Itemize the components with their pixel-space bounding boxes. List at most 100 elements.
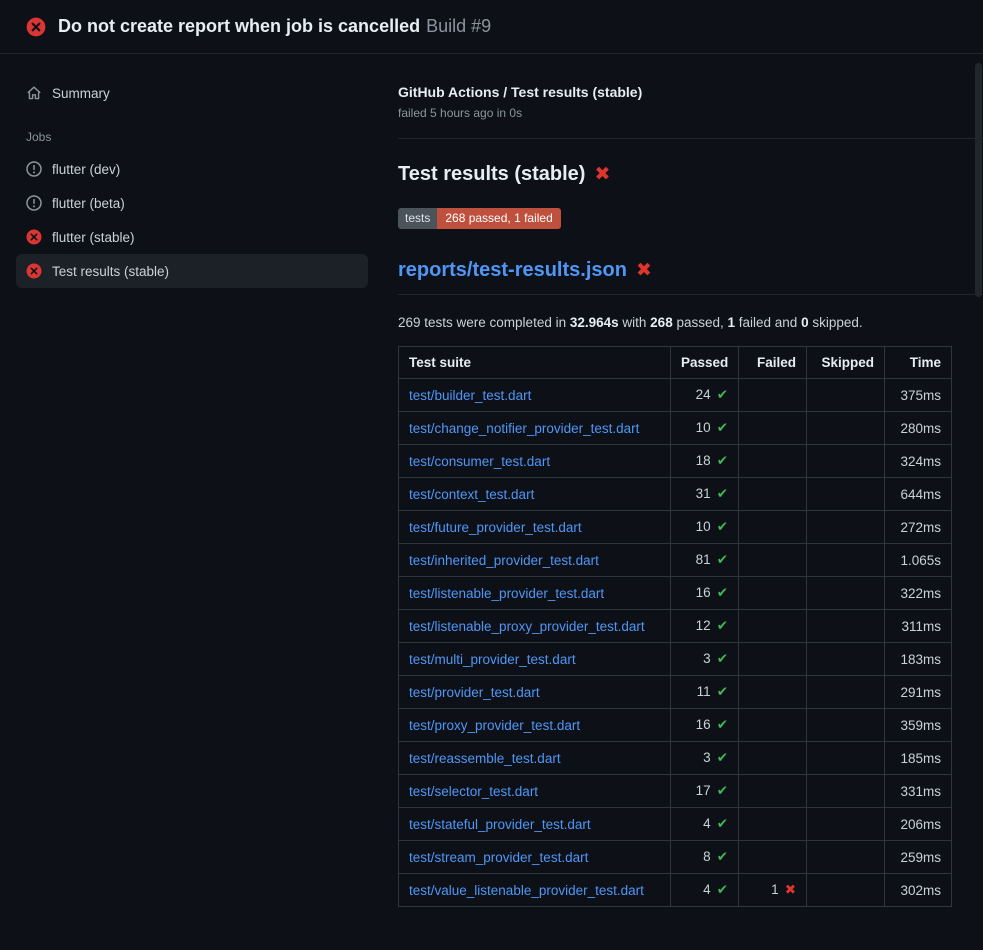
- time-cell: 322ms: [885, 577, 952, 610]
- failed-cell: [739, 511, 807, 544]
- suite-link[interactable]: test/value_listenable_provider_test.dart: [409, 883, 644, 898]
- suite-link[interactable]: test/reassemble_test.dart: [409, 751, 561, 766]
- sidebar-item-test-results-stable[interactable]: Test results (stable): [16, 254, 368, 288]
- suite-cell: test/provider_test.dart: [399, 676, 671, 709]
- suite-link[interactable]: test/consumer_test.dart: [409, 454, 550, 469]
- passed-count: 11: [697, 684, 711, 699]
- suite-cell: test/reassemble_test.dart: [399, 742, 671, 775]
- suite-link[interactable]: test/context_test.dart: [409, 487, 534, 502]
- build-number: Build #9: [426, 16, 491, 36]
- results-table-body: test/builder_test.dart24✔375mstest/chang…: [399, 379, 952, 907]
- suite-link[interactable]: test/future_provider_test.dart: [409, 520, 582, 535]
- suite-cell: test/proxy_provider_test.dart: [399, 709, 671, 742]
- sidebar-item-flutter-beta[interactable]: flutter (beta): [16, 186, 368, 220]
- time-cell: 183ms: [885, 643, 952, 676]
- skipped-cell: [807, 577, 885, 610]
- suite-cell: test/stateful_provider_test.dart: [399, 808, 671, 841]
- passed-count: 8: [703, 849, 711, 864]
- table-row: test/value_listenable_provider_test.dart…: [399, 874, 952, 907]
- suite-cell: test/multi_provider_test.dart: [399, 643, 671, 676]
- passed-count: 4: [703, 882, 711, 897]
- table-row: test/change_notifier_provider_test.dart1…: [399, 412, 952, 445]
- passed-cell: 4✔: [671, 808, 739, 841]
- suite-link[interactable]: test/change_notifier_provider_test.dart: [409, 421, 639, 436]
- suite-link[interactable]: test/listenable_provider_test.dart: [409, 586, 604, 601]
- failed-cell: [739, 841, 807, 874]
- summary-line: 269 tests were completed in 32.964s with…: [398, 315, 983, 330]
- passed-cell: 24 ✔: [671, 379, 739, 412]
- failed-cell: [739, 412, 807, 445]
- passed-cell: 16 ✔: [671, 709, 739, 742]
- sidebar-item-label: flutter (dev): [52, 162, 120, 177]
- sidebar-item-flutter-dev[interactable]: flutter (dev): [16, 152, 368, 186]
- table-row: test/listenable_provider_test.dart 16✔ 322…: [399, 577, 952, 610]
- suite-cell: test/change_notifier_provider_test.dart: [399, 412, 671, 445]
- skipped-cell: [807, 643, 885, 676]
- table-row: test/stateful_provider_test.dart4✔206ms: [399, 808, 952, 841]
- time-cell: 302ms: [885, 874, 952, 907]
- time-cell: 291ms: [885, 676, 952, 709]
- skipped-cell: [807, 775, 885, 808]
- skipped-cell: [807, 676, 885, 709]
- passed-cell: 4✔: [671, 874, 739, 907]
- check-icon: ✔: [717, 684, 728, 699]
- skipped-cell: [807, 478, 885, 511]
- passed-count: 16: [696, 717, 711, 732]
- sidebar-item-label: Test results (stable): [52, 264, 169, 279]
- report-link[interactable]: reports/test-results.json: [398, 259, 627, 282]
- skipped-cell: [807, 412, 885, 445]
- suite-cell: test/inherited_provider_test.dart: [399, 544, 671, 577]
- suite-link[interactable]: test/inherited_provider_test.dart: [409, 553, 599, 568]
- failed-cell: [739, 709, 807, 742]
- passed-cell: 18✔: [671, 445, 739, 478]
- suite-link[interactable]: test/builder_test.dart: [409, 388, 531, 403]
- failed-cell: 1✖: [739, 874, 807, 907]
- skipped-cell: [807, 511, 885, 544]
- failed-cell: [739, 478, 807, 511]
- table-row: test/stream_provider_test.dart8✔259ms: [399, 841, 952, 874]
- passed-count: 24: [696, 387, 711, 402]
- skipped-cell: [807, 709, 885, 742]
- tests-status-badge: tests 268 passed, 1 failed: [398, 208, 561, 229]
- suite-link[interactable]: test/proxy_provider_test.dart: [409, 718, 580, 733]
- scrollbar-thumb[interactable]: [975, 63, 982, 297]
- build-header: Do not create report when job is cancell…: [0, 0, 983, 54]
- suite-link[interactable]: test/selector_test.dart: [409, 784, 538, 799]
- passed-cell: 16✔: [671, 577, 739, 610]
- sidebar-item-summary[interactable]: Summary: [16, 76, 368, 110]
- table-row: test/listenable_proxy_provider_test.dart…: [399, 610, 952, 643]
- passed-count: 3: [703, 651, 711, 666]
- summary-text: failed and: [735, 315, 801, 330]
- suite-link[interactable]: test/stateful_provider_test.dart: [409, 817, 591, 832]
- summary-text: skipped.: [809, 315, 863, 330]
- suite-link[interactable]: test/stream_provider_test.dart: [409, 850, 588, 865]
- failed-count: 1: [771, 882, 779, 897]
- column-header-passed: Passed: [671, 347, 739, 379]
- table-row: test/multi_provider_test.dart3✔183ms: [399, 643, 952, 676]
- check-icon: ✔: [717, 387, 728, 402]
- passed-count: 31: [696, 486, 711, 501]
- suite-cell: test/value_listenable_provider_test.dart: [399, 874, 671, 907]
- failed-cell: [739, 445, 807, 478]
- neutral-status-icon: [26, 161, 42, 177]
- suite-link[interactable]: test/listenable_proxy_provider_test.dart: [409, 619, 645, 634]
- passed-count: 12: [696, 618, 711, 633]
- summary-skipped-count: 0: [801, 315, 809, 330]
- passed-cell: 11 ✔: [671, 676, 739, 709]
- failed-x-circle-icon: [26, 263, 42, 279]
- sidebar-item-label: Summary: [52, 86, 110, 101]
- passed-count: 17: [696, 783, 711, 798]
- skipped-cell: [807, 610, 885, 643]
- sidebar-item-label: flutter (beta): [52, 196, 125, 211]
- check-icon: ✔: [717, 717, 728, 732]
- suite-link[interactable]: test/provider_test.dart: [409, 685, 540, 700]
- passed-count: 10: [696, 519, 711, 534]
- skipped-cell: [807, 808, 885, 841]
- build-title: Do not create report when job is cancell…: [58, 16, 420, 36]
- time-cell: 331ms: [885, 775, 952, 808]
- sidebar-item-flutter-stable[interactable]: flutter (stable): [16, 220, 368, 254]
- skipped-cell: [807, 544, 885, 577]
- suite-link[interactable]: test/multi_provider_test.dart: [409, 652, 576, 667]
- passed-count: 3: [703, 750, 711, 765]
- check-icon: ✔: [717, 585, 728, 600]
